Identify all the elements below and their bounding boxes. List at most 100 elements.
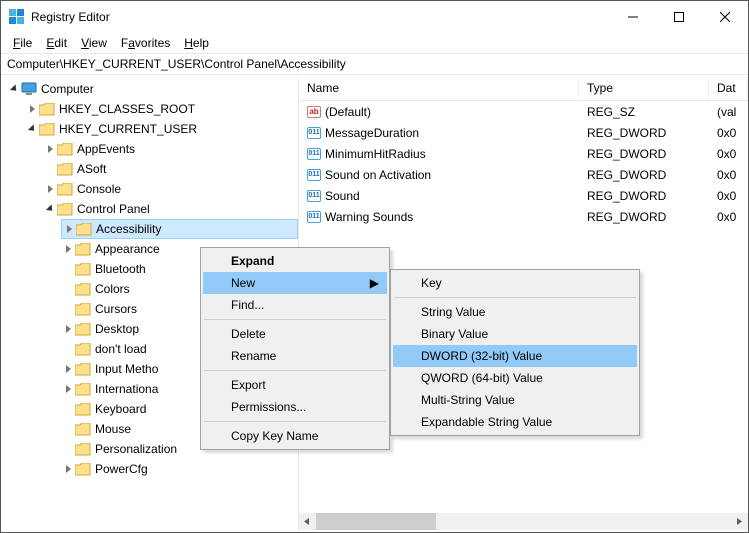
tree-label: Console xyxy=(77,182,121,196)
column-header-type[interactable]: Type xyxy=(579,77,709,100)
menu-file[interactable]: File xyxy=(7,35,38,51)
context-submenu-new: Key String Value Binary Value DWORD (32-… xyxy=(390,269,640,436)
menu-item-expand[interactable]: Expand xyxy=(203,250,387,272)
value-row[interactable]: ab (Default) REG_SZ(val xyxy=(299,101,748,122)
minimize-button[interactable] xyxy=(610,2,656,32)
value-type: REG_DWORD xyxy=(579,147,709,161)
close-button[interactable] xyxy=(702,2,748,32)
menu-separator xyxy=(204,370,386,371)
menu-item-key[interactable]: Key xyxy=(393,272,637,294)
menu-favorites[interactable]: Favorites xyxy=(115,35,176,51)
value-row[interactable]: 011SoundREG_DWORD0x0 xyxy=(299,185,748,206)
menu-item-permissions[interactable]: Permissions... xyxy=(203,396,387,418)
scroll-right-button[interactable] xyxy=(731,513,748,530)
tree-label: Accessibility xyxy=(96,222,161,236)
folder-icon xyxy=(75,341,91,357)
value-row[interactable]: 011 MinimumHitRadius REG_DWORD0x0 xyxy=(299,143,748,164)
tree-label: Input Metho xyxy=(95,362,158,376)
folder-icon xyxy=(75,301,91,317)
menu-edit[interactable]: Edit xyxy=(40,35,73,51)
value-row[interactable]: 011Sound on ActivationREG_DWORD0x0 xyxy=(299,164,748,185)
folder-icon xyxy=(39,121,55,137)
context-menu: Expand New▶ Find... Delete Rename Export… xyxy=(200,247,390,450)
value-name: (Default) xyxy=(325,105,371,119)
folder-icon xyxy=(39,101,55,117)
value-name: MessageDuration xyxy=(325,126,419,140)
folder-icon xyxy=(75,381,91,397)
column-header-data[interactable]: Dat xyxy=(709,77,748,100)
value-data: 0x0 xyxy=(709,147,748,161)
value-type: REG_SZ xyxy=(579,105,709,119)
tree-label: PowerCfg xyxy=(95,462,148,476)
binary-value-icon: 011 xyxy=(307,127,321,139)
tree-label: Internationa xyxy=(95,382,158,396)
value-row[interactable]: 011MessageDurationREG_DWORD0x0 xyxy=(299,122,748,143)
folder-icon xyxy=(57,201,73,217)
tree-label: AppEvents xyxy=(77,142,135,156)
scroll-thumb[interactable] xyxy=(316,513,436,530)
chevron-right-icon: ▶ xyxy=(370,276,379,290)
tree-label: HKEY_CURRENT_USER xyxy=(59,122,197,136)
binary-value-icon: 011 xyxy=(307,169,321,181)
menu-view[interactable]: View xyxy=(75,35,113,51)
tree-node-controlpanel[interactable]: Control Panel xyxy=(43,199,298,219)
value-name: MinimumHitRadius xyxy=(325,147,426,161)
tree-label: Appearance xyxy=(95,242,160,256)
folder-icon xyxy=(75,421,91,437)
menu-item-find[interactable]: Find... xyxy=(203,294,387,316)
binary-value-icon: 011 xyxy=(307,190,321,202)
column-header-name[interactable]: Name xyxy=(299,77,579,100)
folder-icon xyxy=(57,141,73,157)
tree-node-computer[interactable]: Computer xyxy=(7,79,298,99)
folder-icon xyxy=(75,461,91,477)
tree-node-console[interactable]: Console xyxy=(43,179,298,199)
menu-item-delete[interactable]: Delete xyxy=(203,323,387,345)
menu-help[interactable]: Help xyxy=(178,35,215,51)
menu-item-qword64[interactable]: QWORD (64-bit) Value xyxy=(393,367,637,389)
menu-item-new[interactable]: New▶ xyxy=(203,272,387,294)
list-header: Name Type Dat xyxy=(299,77,748,101)
tree-node-appevents[interactable]: AppEvents xyxy=(43,139,298,159)
folder-icon xyxy=(75,241,91,257)
menu-item-rename[interactable]: Rename xyxy=(203,345,387,367)
binary-value-icon: 011 xyxy=(307,148,321,160)
menu-separator xyxy=(204,421,386,422)
value-type: REG_DWORD xyxy=(579,168,709,182)
tree-label: HKEY_CLASSES_ROOT xyxy=(59,102,195,116)
value-data: 0x0 xyxy=(709,189,748,203)
value-data: (val xyxy=(709,105,748,119)
tree-label: Personalization xyxy=(95,442,177,456)
value-type: REG_DWORD xyxy=(579,210,709,224)
tree-node-powercfg[interactable]: PowerCfg xyxy=(61,459,298,479)
computer-icon xyxy=(21,81,37,97)
folder-icon xyxy=(57,161,73,177)
value-row[interactable]: 011Warning SoundsREG_DWORD0x0 xyxy=(299,206,748,227)
menu-item-expstring[interactable]: Expandable String Value xyxy=(393,411,637,433)
scroll-left-button[interactable] xyxy=(299,513,316,530)
tree-label: ASoft xyxy=(77,162,106,176)
tree-node-accessibility[interactable]: Accessibility xyxy=(61,219,298,239)
folder-icon xyxy=(75,281,91,297)
menu-item-multistring[interactable]: Multi-String Value xyxy=(393,389,637,411)
maximize-button[interactable] xyxy=(656,2,702,32)
menu-item-binary[interactable]: Binary Value xyxy=(393,323,637,345)
tree-node-hkcr[interactable]: HKEY_CLASSES_ROOT xyxy=(25,99,298,119)
menu-item-string[interactable]: String Value xyxy=(393,301,637,323)
tree-node-hkcu[interactable]: HKEY_CURRENT_USER xyxy=(25,119,298,139)
horizontal-scrollbar[interactable] xyxy=(299,513,748,530)
value-data: 0x0 xyxy=(709,210,748,224)
menu-item-copykey[interactable]: Copy Key Name xyxy=(203,425,387,447)
menu-item-dword32[interactable]: DWORD (32-bit) Value xyxy=(393,345,637,367)
tree-label: Mouse xyxy=(95,422,131,436)
window-title: Registry Editor xyxy=(31,10,610,24)
tree-label: Control Panel xyxy=(77,202,150,216)
value-data: 0x0 xyxy=(709,168,748,182)
value-data: 0x0 xyxy=(709,126,748,140)
app-icon xyxy=(9,9,25,25)
menu-bar: File Edit View Favorites Help xyxy=(1,32,748,53)
string-value-icon: ab xyxy=(307,106,321,118)
tree-label: Keyboard xyxy=(95,402,146,416)
tree-node-asoft[interactable]: ASoft xyxy=(43,159,298,179)
menu-item-export[interactable]: Export xyxy=(203,374,387,396)
address-bar[interactable]: Computer\HKEY_CURRENT_USER\Control Panel… xyxy=(1,53,748,75)
